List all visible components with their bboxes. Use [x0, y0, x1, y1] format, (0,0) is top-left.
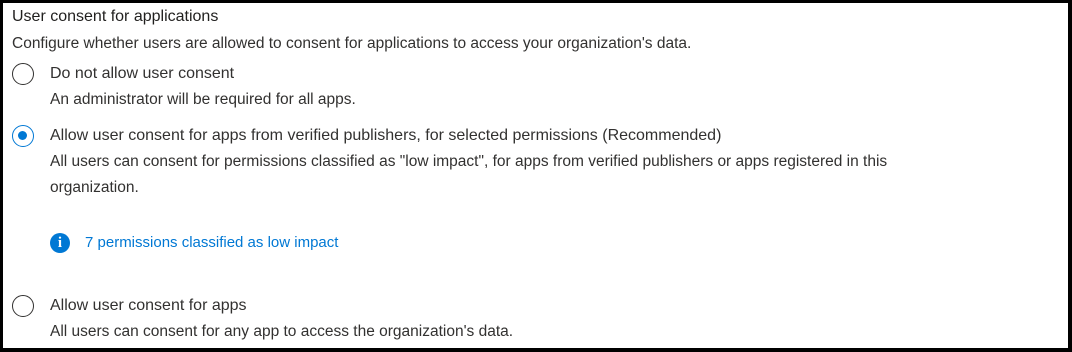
option-label-allow-all: Allow user consent for apps	[50, 297, 247, 314]
radio-option-verified-publishers[interactable]: Allow user consent for apps from verifie…	[12, 125, 1068, 199]
radio-option-allow-all[interactable]: Allow user consent for apps All users ca…	[12, 295, 712, 347]
section-description: Configure whether users are allowed to c…	[12, 35, 692, 52]
section-title: User consent for applications	[12, 8, 219, 25]
option-description-verified-publishers: All users can consent for permissions cl…	[50, 153, 888, 170]
option-label-verified-publishers: Allow user consent for apps from verifie…	[50, 127, 722, 144]
option-description-verified-publishers-cont: organization.	[50, 179, 139, 196]
option-description-do-not-allow: An administrator will be required for al…	[50, 91, 356, 108]
consent-panel: User consent for applications Configure …	[0, 0, 1072, 352]
low-impact-permissions-link-text[interactable]: 7 permissions classified as low impact	[85, 234, 338, 251]
option-description-allow-all: All users can consent for any app to acc…	[50, 323, 514, 340]
radio-button-do-not-allow[interactable]	[12, 63, 34, 85]
radio-button-allow-all[interactable]	[12, 295, 34, 317]
radio-option-do-not-allow[interactable]: Do not allow user consent An administrat…	[12, 63, 712, 113]
info-icon: i	[50, 233, 70, 253]
radio-button-verified-publishers[interactable]	[12, 125, 34, 147]
option-label-do-not-allow: Do not allow user consent	[50, 65, 235, 82]
